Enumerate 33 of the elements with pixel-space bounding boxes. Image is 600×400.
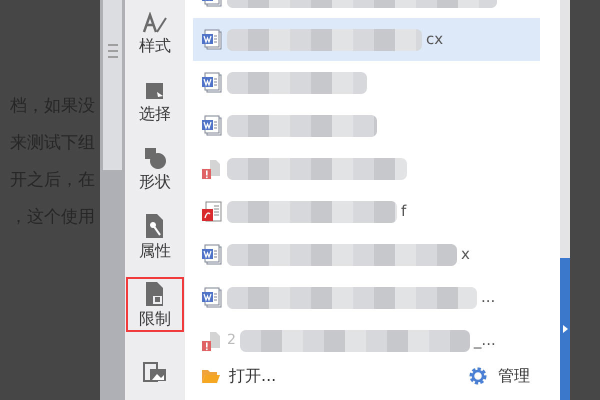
- tool-button[interactable]: 属性: [126, 209, 184, 265]
- collapse-handle[interactable]: [560, 258, 570, 400]
- pdf-document-icon: [201, 200, 223, 222]
- folder-icon: [201, 368, 221, 384]
- file-name-prefix: 2: [227, 331, 236, 350]
- manage-button[interactable]: 管理: [468, 364, 530, 388]
- file-name-suffix: cx: [426, 29, 444, 50]
- document-lock-icon: [144, 280, 166, 307]
- tool-button[interactable]: 形状: [126, 141, 184, 198]
- missing-file-icon: [201, 330, 223, 352]
- file-item[interactable]: cx: [193, 18, 540, 61]
- file-name-suffix: x: [461, 244, 470, 266]
- open-button[interactable]: 打开...: [201, 364, 276, 388]
- file-name-suffix: f: [401, 201, 406, 222]
- word-document-icon: [201, 72, 223, 94]
- file-name-suffix: _...: [474, 330, 496, 352]
- word-document-icon: [201, 114, 223, 136]
- tool-button[interactable]: 样式: [126, 6, 184, 62]
- word-document-icon: [201, 286, 223, 308]
- tool-button[interactable]: 限制: [126, 276, 184, 332]
- scrollbar-thumb[interactable]: [103, 0, 122, 170]
- file-name-suffix: ...: [481, 287, 496, 308]
- word-document-icon: [201, 244, 223, 266]
- text-style-icon: [142, 12, 168, 34]
- missing-file-icon: [201, 158, 223, 180]
- caret-right-icon: [562, 325, 568, 333]
- menu-icon[interactable]: [108, 44, 118, 58]
- tool-button[interactable]: 选择: [126, 74, 184, 130]
- picture-icon: [142, 361, 168, 384]
- document-wrench-icon: [144, 212, 166, 239]
- word-document-icon: [201, 28, 223, 50]
- shapes-icon: [143, 146, 167, 170]
- settings-icon: [468, 366, 488, 386]
